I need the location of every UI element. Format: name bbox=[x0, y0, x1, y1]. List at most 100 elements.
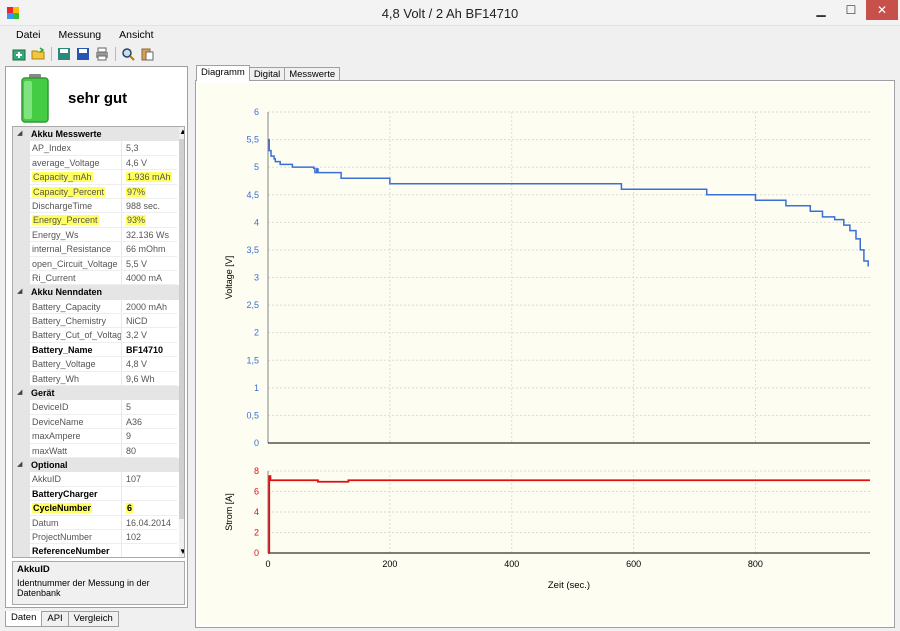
grid-row[interactable]: Battery_Capacity 2000 mAh bbox=[13, 299, 184, 315]
left-panel: sehr gut ◢ Akku Messwerte AP_Index 5,3 avera… bbox=[5, 66, 188, 608]
property-value[interactable]: 3,2 V bbox=[122, 328, 177, 343]
menu-datei[interactable]: Datei bbox=[0, 26, 50, 44]
scroll-down-icon[interactable]: ▼ bbox=[179, 547, 184, 557]
property-value[interactable]: 9,6 Wh bbox=[122, 372, 177, 387]
tab-diagramm[interactable]: Diagramm bbox=[196, 65, 250, 81]
tab-messwerte[interactable]: Messwerte bbox=[284, 67, 341, 81]
collapse-icon[interactable]: ◢ bbox=[17, 127, 22, 141]
grid-row[interactable]: Battery_Wh 9,6 Wh bbox=[13, 371, 184, 387]
property-value[interactable]: 988 sec. bbox=[122, 199, 177, 214]
row-indent bbox=[13, 371, 30, 387]
tab-daten[interactable]: Daten bbox=[5, 611, 43, 627]
property-value[interactable]: BF14710 bbox=[122, 343, 177, 358]
grid-row[interactable]: Capacity_mAh 1.936 mAh bbox=[13, 170, 184, 185]
grid-row[interactable]: maxWatt 80 bbox=[13, 443, 184, 458]
property-value[interactable]: 4,8 V bbox=[122, 357, 177, 372]
tab-api[interactable]: API bbox=[41, 611, 69, 627]
property-value[interactable]: 32.136 Ws bbox=[122, 228, 177, 243]
grid-row[interactable]: Battery_Name BF14710 bbox=[13, 342, 184, 358]
menu-messung[interactable]: Messung bbox=[50, 26, 111, 44]
minimize-button[interactable]: ▁ bbox=[808, 0, 834, 20]
clipboard-button[interactable] bbox=[138, 45, 156, 63]
property-value[interactable]: 97% bbox=[122, 185, 177, 199]
open-folder-icon bbox=[31, 47, 45, 60]
grid-row[interactable]: CycleNumber 6 bbox=[13, 501, 184, 516]
property-value[interactable]: NiCD bbox=[122, 314, 177, 329]
grid-row[interactable]: Capacity_Percent 97% bbox=[13, 184, 184, 199]
grid-row[interactable]: Datum 16.04.2014 bbox=[13, 515, 184, 530]
title-bar: 4,8 Volt / 2 Ah BF14710 ▁ ☐ ✕ bbox=[0, 0, 900, 26]
property-value[interactable]: 107 bbox=[122, 472, 177, 487]
save-button[interactable] bbox=[74, 45, 92, 63]
grid-row[interactable]: DischargeTime 988 sec. bbox=[13, 198, 184, 214]
property-value[interactable]: 80 bbox=[122, 444, 177, 458]
maximize-button[interactable]: ☐ bbox=[838, 0, 864, 20]
collapse-icon[interactable]: ◢ bbox=[17, 386, 22, 400]
property-value[interactable]: 2000 mAh bbox=[122, 300, 177, 315]
tab-digital[interactable]: Digital bbox=[248, 67, 286, 81]
grid-row[interactable]: Battery_Voltage 4,8 V bbox=[13, 357, 184, 372]
property-description: AkkuID Identnummer der Messung in der Da… bbox=[12, 561, 185, 605]
row-indent bbox=[13, 342, 30, 358]
grid-category[interactable]: ◢ Akku Nenndaten bbox=[13, 285, 184, 300]
collapse-icon[interactable]: ◢ bbox=[17, 285, 22, 299]
property-value[interactable] bbox=[122, 544, 177, 557]
property-name: Capacity_Percent bbox=[30, 184, 122, 199]
voltage-y-tick-label: 4,5 bbox=[246, 190, 259, 200]
grid-row[interactable]: Battery_Cut_of_Voltage 3,2 V bbox=[13, 328, 184, 343]
property-value[interactable]: 1.936 mAh bbox=[122, 170, 177, 185]
grid-row[interactable]: AkkuID 107 bbox=[13, 472, 184, 487]
collapse-icon[interactable]: ◢ bbox=[17, 458, 22, 472]
property-value-text: 32.136 Ws bbox=[126, 229, 170, 240]
scrollbar-thumb[interactable] bbox=[179, 139, 184, 519]
grid-row[interactable]: Energy_Ws 32.136 Ws bbox=[13, 227, 184, 243]
grid-category[interactable]: ◢ Optional bbox=[13, 457, 184, 473]
row-indent bbox=[13, 299, 30, 315]
grid-row[interactable]: open_Circuit_Voltage 5,5 V bbox=[13, 256, 184, 271]
grid-category[interactable]: ◢ Akku Messwerte bbox=[13, 127, 184, 142]
close-button[interactable]: ✕ bbox=[866, 0, 898, 20]
grid-row[interactable]: DeviceID 5 bbox=[13, 400, 184, 415]
search-button[interactable] bbox=[119, 45, 137, 63]
property-value[interactable]: A36 bbox=[122, 415, 177, 430]
grid-row[interactable]: maxAmpere 9 bbox=[13, 429, 184, 444]
property-value-text: 4,8 V bbox=[126, 359, 148, 370]
menu-ansicht[interactable]: Ansicht bbox=[110, 26, 162, 44]
grid-row[interactable]: Battery_Chemistry NiCD bbox=[13, 314, 184, 329]
property-value[interactable]: 5,5 V bbox=[122, 257, 177, 271]
grid-row[interactable]: DeviceName A36 bbox=[13, 414, 184, 430]
grid-category[interactable]: ◢ Gerät bbox=[13, 386, 184, 401]
grid-row[interactable]: ReferenceNumber bbox=[13, 544, 184, 557]
property-value[interactable] bbox=[122, 487, 177, 502]
tab-vergleich[interactable]: Vergleich bbox=[67, 611, 119, 627]
print-button[interactable] bbox=[93, 45, 111, 63]
grid-row[interactable]: internal_Resistance 66 mOhm bbox=[13, 242, 184, 257]
open-button[interactable] bbox=[29, 45, 47, 63]
grid-row[interactable]: AP_Index 5,3 bbox=[13, 141, 184, 156]
property-value[interactable]: 102 bbox=[122, 530, 177, 545]
grid-row[interactable]: BatteryCharger bbox=[13, 486, 184, 502]
grid-row[interactable]: Energy_Percent 93% bbox=[13, 213, 184, 228]
property-name-text: Ri_Current bbox=[32, 272, 76, 283]
scroll-up-icon[interactable]: ▲ bbox=[179, 127, 184, 137]
property-value[interactable]: 5 bbox=[122, 400, 177, 415]
voltage-y-tick-label: 3 bbox=[254, 273, 259, 283]
property-value[interactable]: 66 mOhm bbox=[122, 242, 177, 257]
property-value[interactable]: 9 bbox=[122, 429, 177, 444]
grid-row[interactable]: average_Voltage 4,6 V bbox=[13, 155, 184, 171]
add-button[interactable] bbox=[10, 45, 28, 63]
property-grid-scrollbar[interactable]: ▲ ▼ bbox=[179, 127, 184, 557]
property-value[interactable]: 6 bbox=[122, 501, 177, 516]
grid-row[interactable]: ProjectNumber 102 bbox=[13, 529, 184, 545]
property-grid[interactable]: ◢ Akku Messwerte AP_Index 5,3 average_Voltag… bbox=[12, 126, 185, 558]
property-value[interactable]: 4,6 V bbox=[122, 156, 177, 171]
property-value[interactable]: 4000 mA bbox=[122, 271, 177, 286]
property-value-text: 2000 mAh bbox=[126, 301, 168, 312]
property-value-text: 1.936 mAh bbox=[126, 172, 172, 183]
property-value[interactable]: 93% bbox=[122, 213, 177, 228]
property-value[interactable]: 16.04.2014 bbox=[122, 516, 177, 530]
save-as-button[interactable] bbox=[55, 45, 73, 63]
property-value[interactable]: 5,3 bbox=[122, 141, 177, 156]
grid-row[interactable]: Ri_Current 4000 mA bbox=[13, 270, 184, 286]
property-name-text: Battery_Capacity bbox=[32, 301, 101, 312]
